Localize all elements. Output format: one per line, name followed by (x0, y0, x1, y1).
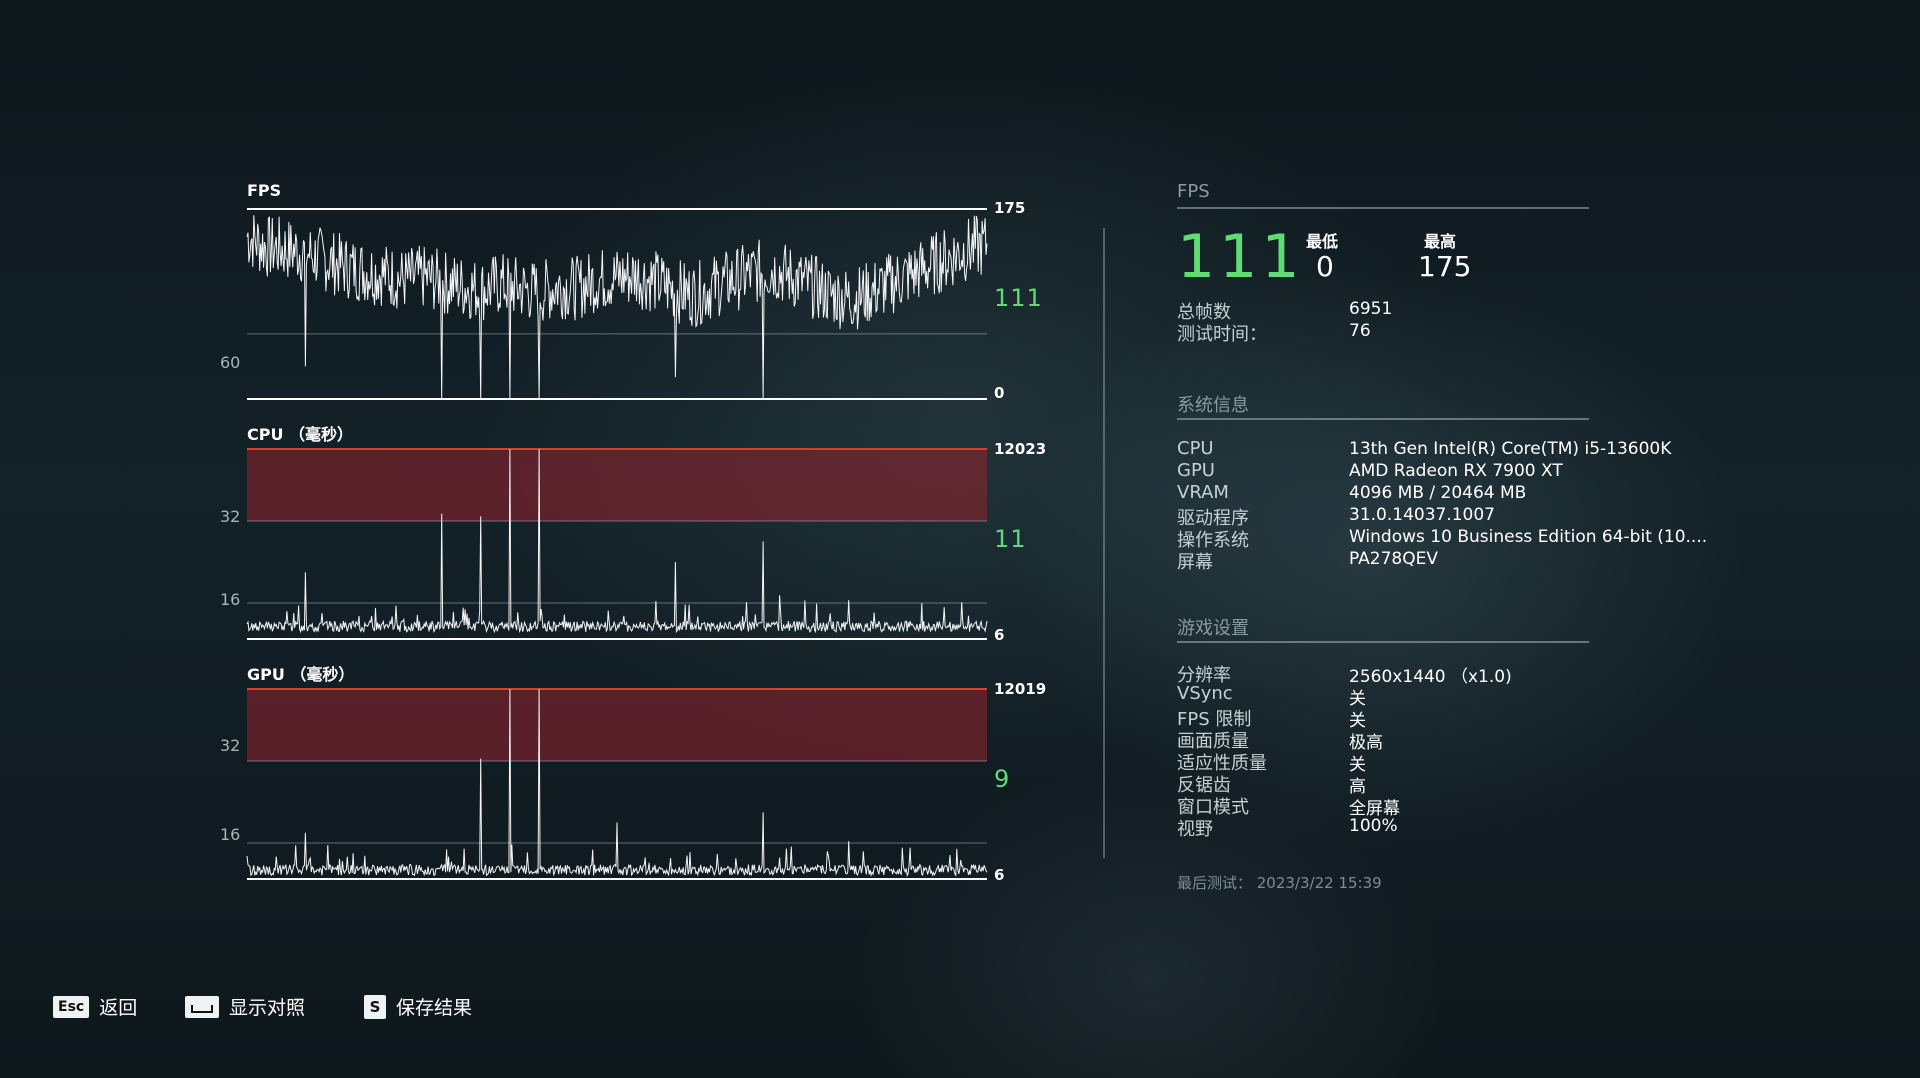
fps-min-value: 0 (1316, 250, 1334, 283)
game-settings-title: 游戏设置 (1177, 618, 1249, 639)
gpu-chart (246, 688, 988, 880)
fps-axis-ref: 60 (220, 353, 241, 372)
cpu-axis-bottom: 6 (994, 626, 1005, 644)
sysinfo-value: PA278QEV (1349, 549, 1438, 569)
fps-series-line (246, 215, 988, 400)
fps-chart-title: FPS (247, 181, 282, 200)
s-key-icon: S (364, 994, 386, 1019)
gpu-axis-bottom: 6 (994, 866, 1005, 884)
cpu-axis-ref-low: 16 (220, 590, 241, 609)
setting-value: 100% (1349, 816, 1398, 836)
save-results-button[interactable]: S 保存结果 (364, 993, 472, 1020)
cpu-chart-title: CPU （毫秒） (247, 425, 354, 444)
spacebar-key-icon (185, 995, 219, 1018)
gpu-axis-top: 12019 (994, 680, 1047, 698)
fps-current-value: 111 (994, 284, 1043, 312)
system-info-divider (1177, 418, 1589, 420)
fps-average-value: 111 (1177, 222, 1304, 292)
cpu-chart (246, 448, 988, 640)
game-settings-divider (1177, 641, 1589, 643)
sysinfo-key: VRAM (1177, 482, 1229, 503)
test-time-value: 76 (1349, 321, 1371, 341)
fps-section-title: FPS (1177, 181, 1210, 202)
cpu-axis-ref-high: 32 (220, 507, 241, 526)
last-test-timestamp: 最后测试： 2023/3/22 15:39 (1177, 874, 1382, 892)
vertical-divider (1103, 228, 1105, 858)
sysinfo-value: Windows 10 Business Edition 64-bit (10..… (1349, 527, 1708, 547)
total-frames-value: 6951 (1349, 299, 1393, 319)
save-results-label: 保存结果 (396, 997, 473, 1019)
setting-key: 视野 (1177, 819, 1213, 840)
sysinfo-value: 31.0.14037.1007 (1349, 505, 1496, 525)
fps-axis-top: 175 (994, 199, 1026, 217)
fps-max-value: 175 (1418, 250, 1472, 283)
sysinfo-key: 屏幕 (1177, 552, 1213, 573)
setting-value: 2560x1440 （x1.0) (1349, 667, 1512, 687)
cpu-axis-top: 12023 (994, 440, 1047, 458)
sysinfo-key: GPU (1177, 460, 1215, 481)
fps-section-divider (1177, 207, 1589, 209)
show-compare-label: 显示对照 (229, 997, 306, 1019)
gpu-axis-ref-low: 16 (220, 825, 241, 844)
sysinfo-value: 13th Gen Intel(R) Core(TM) i5-13600K (1349, 439, 1672, 459)
setting-key: VSync (1177, 683, 1233, 704)
system-info-title: 系统信息 (1177, 395, 1249, 416)
cpu-current-value: 11 (994, 525, 1027, 553)
gpu-threshold-band (247, 689, 987, 761)
sysinfo-value: AMD Radeon RX 7900 XT (1349, 461, 1563, 481)
fps-min-label: 最低 (1306, 232, 1339, 251)
esc-key-icon: Esc (53, 995, 90, 1018)
sysinfo-key: CPU (1177, 438, 1214, 459)
test-time-label: 测试时间： (1177, 324, 1267, 345)
sysinfo-value: 4096 MB / 20464 MB (1349, 483, 1527, 503)
gpu-current-value: 9 (994, 765, 1011, 793)
gpu-chart-title: GPU （毫秒） (247, 665, 355, 684)
gpu-axis-ref-high: 32 (220, 736, 241, 755)
back-label: 返回 (99, 997, 138, 1019)
fps-max-label: 最高 (1424, 232, 1457, 251)
fps-axis-bottom: 0 (994, 384, 1005, 402)
back-button[interactable]: Esc 返回 (53, 993, 137, 1020)
cpu-threshold-band (247, 449, 987, 521)
fps-chart (246, 208, 988, 400)
show-compare-button[interactable]: 显示对照 (185, 993, 305, 1020)
